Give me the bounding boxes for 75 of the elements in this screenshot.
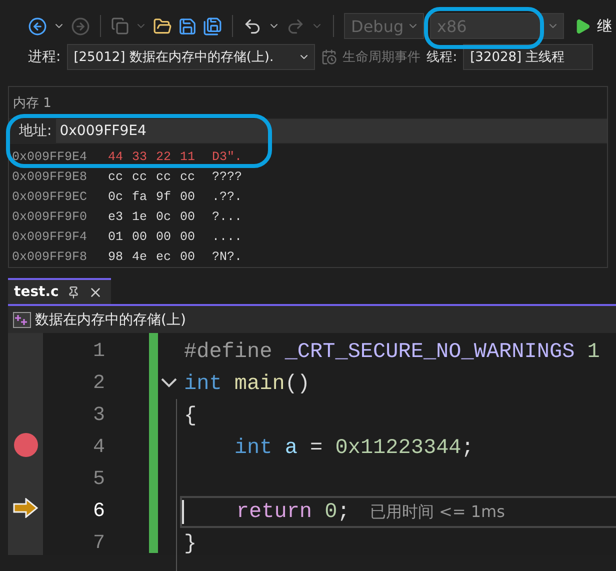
back-icon[interactable] <box>28 16 47 36</box>
memory-byte: cc <box>180 170 196 184</box>
copy-icon[interactable] <box>111 17 129 35</box>
calendar-icon[interactable] <box>320 49 337 65</box>
memory-chars: ?N?. <box>212 250 242 264</box>
line-number: 4 <box>92 435 105 461</box>
memory-chars: .... <box>212 230 242 244</box>
address-field[interactable]: 0x009FF9E4 <box>56 119 607 143</box>
code-line: } <box>184 532 197 556</box>
memory-chars: .??. <box>212 190 242 204</box>
play-icon[interactable] <box>574 18 591 34</box>
memory-address: 0x009FF9E8 <box>12 170 88 184</box>
memory-byte: 00 <box>180 210 196 224</box>
memory-byte: ec <box>156 250 172 264</box>
undo-icon[interactable] <box>243 16 262 36</box>
memory-chars: D3". <box>212 150 242 164</box>
memory-byte: 1e <box>132 210 148 224</box>
line-number: 5 <box>92 467 105 493</box>
code-line: return 0; <box>235 500 350 524</box>
memory-byte: 00 <box>156 230 172 244</box>
save-icon[interactable] <box>178 16 197 36</box>
pin-icon[interactable] <box>66 286 80 298</box>
process-dropdown[interactable]: [25012] 数据在内存中的存储(上). <box>66 44 315 70</box>
code-line: { <box>184 404 197 428</box>
memory-byte: fa <box>132 190 148 204</box>
panel-title: 内存 1 <box>12 95 52 113</box>
code-line: int a = 0x11223344; <box>233 436 474 460</box>
memory-byte: 0c <box>156 210 172 224</box>
save-all-icon[interactable] <box>203 16 222 36</box>
address-label: 地址: <box>18 122 53 140</box>
memory-address: 0x009FF9F8 <box>12 250 88 264</box>
code-line: int main() <box>184 372 310 396</box>
memory-byte: 00 <box>180 250 196 264</box>
memory-byte: 22 <box>156 150 172 164</box>
memory-byte: 00 <box>180 230 196 244</box>
memory-byte: 0c <box>108 190 124 204</box>
scope-icon <box>13 312 31 328</box>
line-number: 1 <box>92 339 105 365</box>
memory-byte: 44 <box>108 150 124 164</box>
memory-byte: 98 <box>108 250 124 264</box>
memory-byte: cc <box>156 170 172 184</box>
memory-byte: 9f <box>156 190 172 204</box>
lifecycle-events-button[interactable]: 生命周期事件 <box>342 48 421 66</box>
memory-byte: cc <box>108 170 124 184</box>
code-line: #define _CRT_SECURE_NO_WARNINGS 1 <box>184 340 600 364</box>
memory-address: 0x009FF9EC <box>12 190 88 204</box>
memory-byte: 01 <box>108 230 124 244</box>
memory-address: 0x009FF9F4 <box>12 230 88 244</box>
arrow-icon <box>12 498 38 518</box>
memory-address: 0x009FF9F0 <box>12 210 88 224</box>
memory-byte: 00 <box>180 190 196 204</box>
thread-dropdown[interactable]: [32028] 主线程 <box>463 44 594 70</box>
navigation-dropdown[interactable]: 数据在内存中的存储(上) <box>8 304 616 333</box>
memory-chars: ?... <box>212 210 242 224</box>
memory-byte: 4e <box>132 250 148 264</box>
thread-label: 线程: <box>426 49 458 66</box>
folder-icon[interactable] <box>153 16 172 36</box>
editor-tab[interactable]: test.c <box>8 278 111 304</box>
line-number: 2 <box>92 371 105 397</box>
memory-byte: 33 <box>132 150 148 164</box>
line-number: 7 <box>92 531 105 557</box>
line-number: 6 <box>92 499 105 525</box>
memory-address: 0x009FF9E4 <box>12 150 88 164</box>
elapsed-time-hint: 已用时间 <= 1ms <box>370 502 505 522</box>
process-label: 进程: <box>28 48 61 66</box>
memory-byte: e3 <box>108 210 124 224</box>
collapse-icon[interactable] <box>160 377 178 389</box>
memory-byte: cc <box>132 170 148 184</box>
run-label[interactable]: 继 <box>597 16 612 36</box>
memory-chars: ???? <box>212 170 242 184</box>
line-number: 3 <box>92 403 105 429</box>
memory-byte: 11 <box>180 150 196 164</box>
memory-byte: 00 <box>132 230 148 244</box>
navigation-text[interactable]: 数据在内存中的存储(上) <box>35 310 186 328</box>
breakpoint-icon[interactable] <box>12 432 38 458</box>
